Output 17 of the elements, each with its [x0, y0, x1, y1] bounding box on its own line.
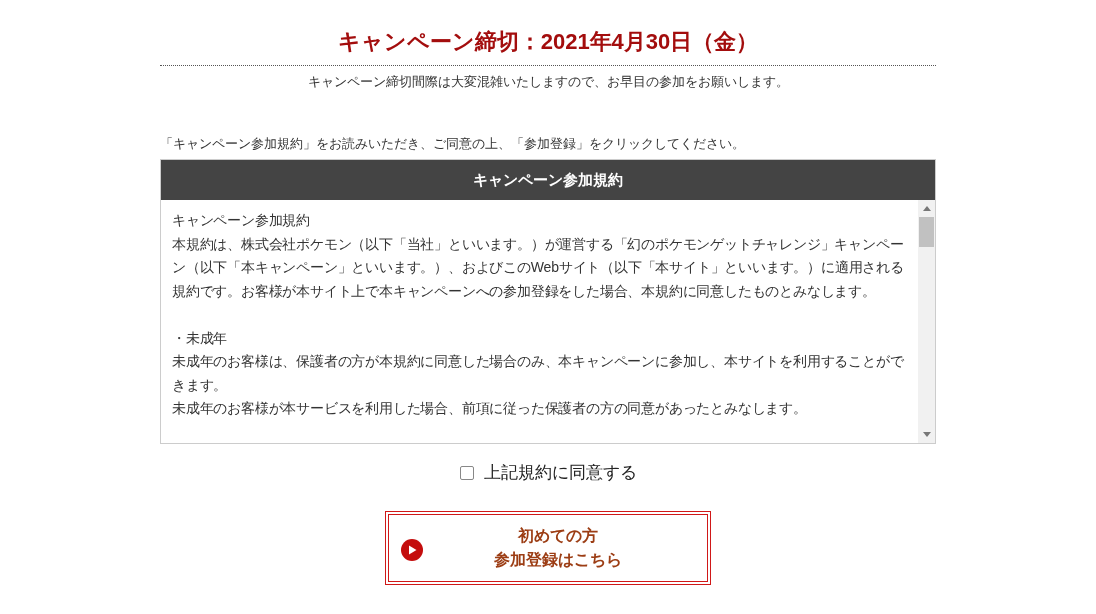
terms-paragraph: ・未成年	[172, 328, 229, 348]
instruction-text: 「キャンペーン参加規約」をお読みいただき、ご同意の上、「参加登録」をクリックしてください。	[160, 135, 746, 153]
terms-paragraph: 未成年のお客様は、保護者の方が本規約に同意した場合のみ、本キャンペーンに参加し、本サイトを利用することができます。	[172, 352, 905, 395]
terms-header: キャンペーン参加規約	[161, 160, 935, 200]
agree-label: 上記規約に同意する	[483, 462, 637, 484]
deadline-note: キャンペーン締切間際は大変混雑いたしますので、お早目の参加をお願いします。	[306, 73, 790, 91]
agree-checkbox[interactable]	[459, 465, 474, 480]
scrollbar[interactable]	[918, 200, 935, 443]
play-icon	[401, 538, 423, 561]
terms-paragraph: 未成年のお客様が本サービスを利用した場合、前項に従った保護者の方の同意があったとみなします。	[172, 399, 808, 418]
register-button[interactable]: 初めての方 参加登録はこちら	[385, 510, 711, 585]
scroll-thumb[interactable]	[919, 217, 934, 247]
scroll-up-icon[interactable]	[922, 206, 931, 211]
terms-paragraph: キャンペーン参加規約	[172, 211, 311, 230]
deadline-title: キャンペーン締切：2021年4月30日（金）	[336, 28, 760, 56]
terms-paragraph: 本規約は、株式会社ポケモン（以下「当社」といいます。）が運営する「幻のポケモンゲットチャレンジ」キャンペーン（以下「本キャンペーン」といいます。）、およびこのWebサイト（以下「本サイト」といいます。）に適用される規約です。お客様が本サイト上で本キャンペーンへの参加登録をした場合、本規約に同意したものとみなします。	[172, 234, 905, 301]
scroll-down-icon[interactable]	[922, 432, 931, 437]
